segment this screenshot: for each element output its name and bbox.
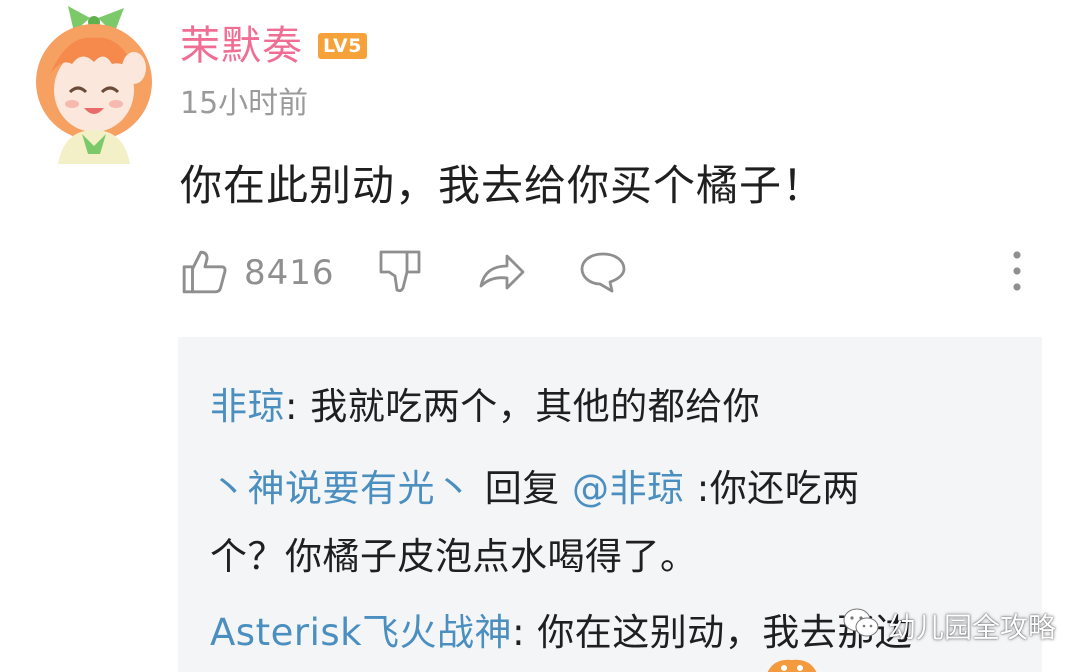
share-button[interactable] — [477, 245, 527, 301]
reply-item: 丶神说要有光丶 回复 @非琼 :你还吃两 — [210, 464, 860, 514]
reply-username[interactable]: Asterisk飞火战神 — [210, 611, 512, 654]
avatar[interactable] — [28, 4, 158, 164]
like-count: 8416 — [244, 253, 335, 293]
reply-username[interactable]: 丶神说要有光丶 — [210, 467, 473, 510]
reply-item: Asterisk飞火战神: 你在这别动，我去那边 — [210, 608, 912, 658]
reply-item: 非琼: 我就吃两个，其他的都给你 — [210, 382, 760, 432]
reply-mention[interactable]: @非琼 — [572, 467, 685, 510]
more-options-button[interactable] — [992, 245, 1042, 301]
reply-separator: : — [512, 611, 538, 654]
reply-separator: : — [285, 385, 311, 428]
watermark-text: 幼儿园全攻略 — [888, 611, 1057, 644]
reply-text: :你还吃两 — [684, 467, 860, 510]
more-vertical-icon — [992, 246, 1042, 300]
speech-bubble-icon — [578, 246, 628, 300]
reply-word: 回复 — [472, 467, 573, 510]
wechat-icon — [842, 607, 888, 646]
thumbs-down-icon — [375, 246, 425, 300]
dislike-button[interactable] — [375, 245, 425, 301]
comment-actions: 8416 — [180, 245, 1040, 301]
share-arrow-icon — [477, 246, 527, 300]
level-badge: LV5 — [318, 33, 367, 59]
emoji-sticker — [762, 656, 822, 672]
reply-username[interactable]: 非琼 — [210, 385, 285, 428]
thumbs-up-icon — [180, 246, 230, 300]
watermark: 幼儿园全攻略 — [842, 606, 1056, 646]
reply-button[interactable] — [578, 245, 628, 301]
reply-text-continued: 个？你橘子皮泡点水喝得了。 — [210, 535, 698, 578]
comment-screen: 茉默奏 LV5 15小时前 你在此别动，我去给你买个橘子！ 8416 非琼: 我… — [0, 0, 1079, 672]
timestamp: 15小时前 — [180, 86, 309, 121]
comment-text: 你在此别动，我去给你买个橘子！ — [180, 161, 826, 210]
username[interactable]: 茉默奏 — [180, 22, 303, 70]
like-button[interactable]: 8416 — [180, 245, 335, 301]
reply-text: 我就吃两个，其他的都给你 — [310, 385, 761, 428]
